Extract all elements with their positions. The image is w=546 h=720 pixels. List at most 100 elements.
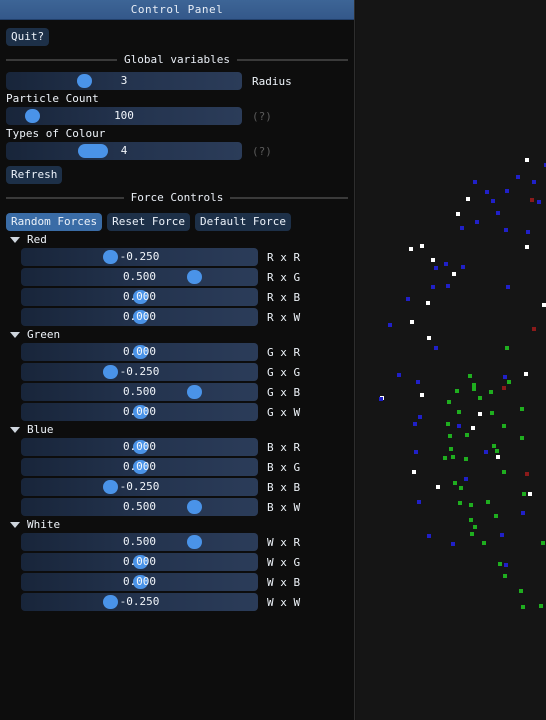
force-pair-label: W x W [267, 595, 301, 609]
particle [532, 180, 536, 184]
particle [451, 542, 455, 546]
particle [436, 485, 440, 489]
chevron-down-icon [10, 236, 20, 243]
force-slider-r-x-g[interactable]: 0.500 [21, 268, 258, 286]
particle [530, 198, 534, 202]
particle [519, 589, 523, 593]
particle [451, 455, 455, 459]
particle [471, 426, 475, 430]
particle [416, 380, 420, 384]
window-title-bar[interactable]: Control Panel [0, 0, 354, 20]
particle [379, 397, 383, 401]
force-row: 0.000 B x R [21, 438, 354, 456]
particle [406, 297, 410, 301]
force-slider-knob[interactable] [102, 250, 118, 264]
force-pair-label: R x W [267, 310, 301, 324]
force-button-reset-force[interactable]: Reset Force [107, 213, 190, 231]
particle [525, 472, 529, 476]
force-slider-knob[interactable] [132, 460, 148, 474]
particle-count-help-icon[interactable]: (?) [252, 110, 272, 123]
force-slider-b-x-w[interactable]: 0.500 [21, 498, 258, 516]
particle [498, 562, 502, 566]
panel-body: Quit? Global variables 3 Radius Particle… [0, 20, 354, 611]
particle-count-row: 100 (?) [6, 107, 348, 125]
radius-slider-knob[interactable] [76, 74, 92, 88]
force-slider-value: -0.250 [119, 365, 160, 378]
force-row: 0.500 G x B [21, 383, 354, 401]
particle [464, 477, 468, 481]
force-slider-b-x-r[interactable]: 0.000 [21, 438, 258, 456]
particle [447, 400, 451, 404]
particle [475, 220, 479, 224]
force-slider-knob[interactable] [102, 365, 118, 379]
particle [434, 346, 438, 350]
particle [507, 380, 511, 384]
force-slider-knob[interactable] [102, 595, 118, 609]
particle-count-slider[interactable]: 100 [6, 107, 242, 125]
force-slider-w-x-b[interactable]: 0.000 [21, 573, 258, 591]
force-row: 0.000 W x G [21, 553, 354, 571]
divider-right [236, 58, 348, 61]
force-slider-r-x-w[interactable]: 0.000 [21, 308, 258, 326]
force-button-default-force[interactable]: Default Force [194, 213, 292, 231]
force-slider-w-x-g[interactable]: 0.000 [21, 553, 258, 571]
force-row: -0.250 W x W [21, 593, 354, 611]
particle [520, 407, 524, 411]
force-slider-knob[interactable] [132, 345, 148, 359]
force-slider-knob[interactable] [132, 405, 148, 419]
force-group-toggle-red[interactable]: Red [10, 233, 354, 246]
particle [410, 320, 414, 324]
force-slider-knob[interactable] [132, 440, 148, 454]
force-slider-b-x-g[interactable]: 0.000 [21, 458, 258, 476]
particle [457, 410, 461, 414]
particle [472, 387, 476, 391]
force-slider-knob[interactable] [187, 385, 202, 399]
force-slider-value: 0.500 [122, 500, 157, 513]
force-slider-knob[interactable] [102, 480, 118, 494]
force-row: -0.250 G x G [21, 363, 354, 381]
force-slider-knob[interactable] [132, 555, 148, 569]
force-slider-r-x-b[interactable]: 0.000 [21, 288, 258, 306]
quit-button[interactable]: Quit? [6, 28, 50, 46]
force-group-toggle-white[interactable]: White [10, 518, 354, 531]
force-slider-g-x-w[interactable]: 0.000 [21, 403, 258, 421]
particle [465, 433, 469, 437]
particle [522, 492, 526, 496]
force-slider-knob[interactable] [187, 270, 202, 284]
types-of-colour-help-icon[interactable]: (?) [252, 145, 272, 158]
force-row: 0.000 R x B [21, 288, 354, 306]
particle [505, 346, 509, 350]
particle [526, 230, 530, 234]
force-slider-g-x-b[interactable]: 0.500 [21, 383, 258, 401]
force-slider-w-x-w[interactable]: -0.250 [21, 593, 258, 611]
force-slider-r-x-r[interactable]: -0.250 [21, 248, 258, 266]
force-slider-b-x-b[interactable]: -0.250 [21, 478, 258, 496]
force-slider-knob[interactable] [187, 535, 202, 549]
force-slider-g-x-r[interactable]: 0.000 [21, 343, 258, 361]
force-buttons-row: Random Forces Reset Force Default Force [0, 210, 354, 231]
refresh-button[interactable]: Refresh [6, 166, 63, 184]
force-slider-knob[interactable] [132, 290, 148, 304]
force-row: -0.250 B x B [21, 478, 354, 496]
particle-count-slider-knob[interactable] [24, 109, 40, 123]
force-slider-knob[interactable] [132, 575, 148, 589]
particle [414, 450, 418, 454]
force-slider-knob[interactable] [132, 310, 148, 324]
types-of-colour-slider-knob[interactable] [78, 144, 109, 158]
force-group-toggle-blue[interactable]: Blue [10, 423, 354, 436]
particle [470, 532, 474, 536]
particle [452, 272, 456, 276]
force-slider-knob[interactable] [187, 500, 202, 514]
particle-simulation-canvas[interactable] [356, 0, 546, 720]
force-button-random-forces[interactable]: Random Forces [6, 213, 103, 231]
particle [469, 518, 473, 522]
force-group-toggle-green[interactable]: Green [10, 328, 354, 341]
radius-slider[interactable]: 3 [6, 72, 242, 90]
particle [506, 285, 510, 289]
particle [397, 373, 401, 377]
particle [431, 258, 435, 262]
types-of-colour-slider[interactable]: 4 [6, 142, 242, 160]
particle [443, 456, 447, 460]
force-slider-w-x-r[interactable]: 0.500 [21, 533, 258, 551]
force-slider-g-x-g[interactable]: -0.250 [21, 363, 258, 381]
